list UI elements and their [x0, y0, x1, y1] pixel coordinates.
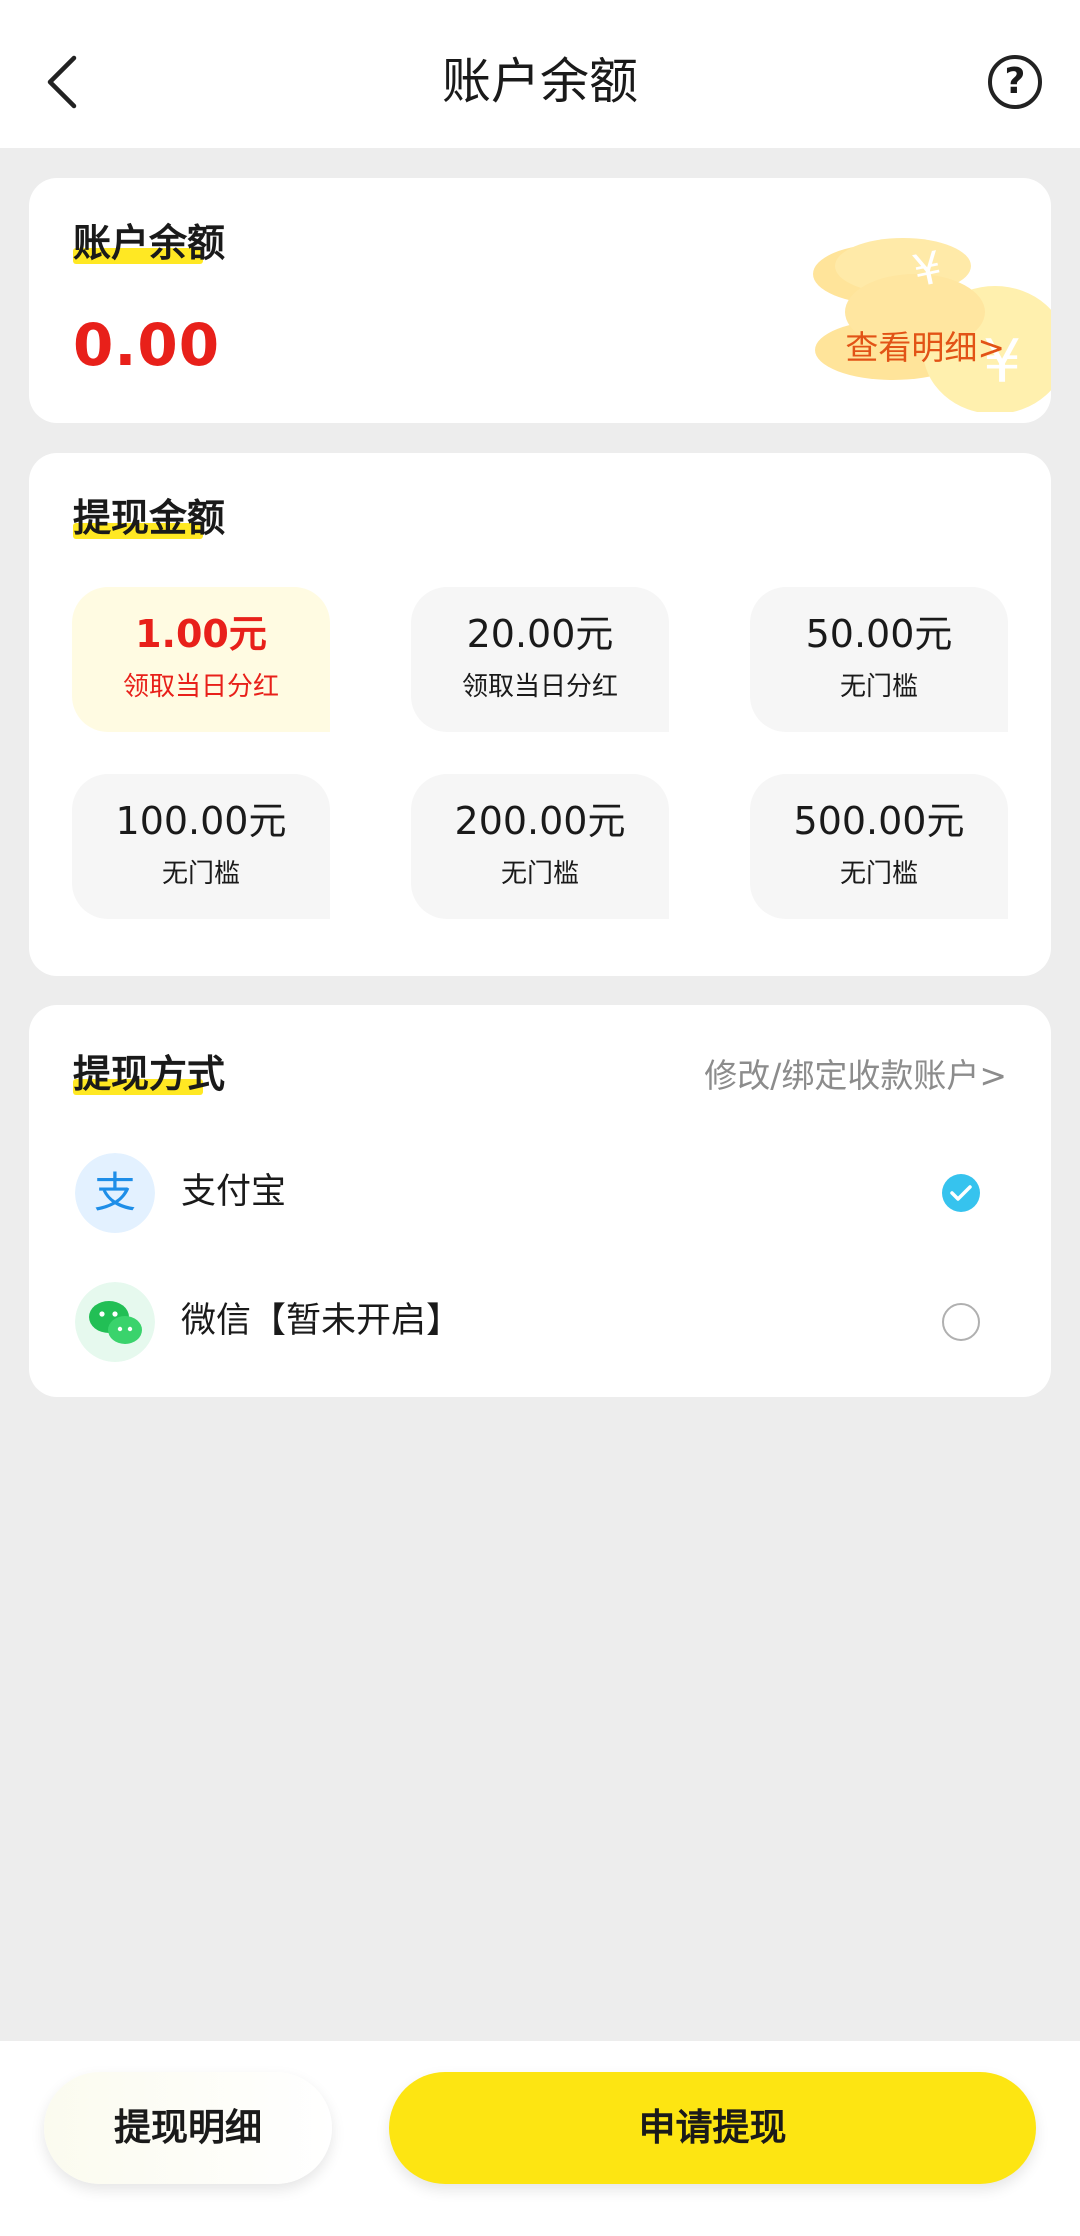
balance-value: 0.00: [73, 311, 221, 379]
balance-card: 账户余额 0.00 ¥ ¥ 查看明细>: [29, 178, 1051, 423]
amount-note: 领取当日分红: [122, 672, 279, 702]
amount-value: 200.00元: [454, 799, 626, 843]
modify-account-link[interactable]: 修改/绑定收款账户>: [704, 1053, 1007, 1099]
amount-value: 20.00元: [466, 612, 614, 656]
withdraw-method-card: 提现方式 修改/绑定收款账户> 支 支付宝 微信【暂未开启】: [29, 1005, 1051, 1397]
withdraw-page: 账户余额 ? 账户余额 0.00 ¥ ¥ 查看明细> 提现金额 1.00元 领取…: [0, 0, 1080, 2236]
amount-option[interactable]: 1.00元 领取当日分红: [72, 587, 330, 732]
help-button[interactable]: ?: [988, 55, 1042, 109]
bottom-action-bar: 提现明细 申请提现: [0, 2041, 1080, 2236]
amount-option[interactable]: 20.00元 领取当日分红: [411, 587, 669, 732]
amount-note: 无门槛: [161, 859, 240, 889]
amount-value: 500.00元: [793, 799, 965, 843]
amount-option[interactable]: 50.00元 无门槛: [750, 587, 1008, 732]
balance-title: 账户余额: [73, 221, 226, 265]
coins-icon: ¥ ¥: [813, 238, 1051, 412]
withdraw-amount-title: 提现金额: [73, 496, 226, 540]
question-icon: ?: [1004, 61, 1026, 102]
svg-text:支: 支: [94, 1168, 136, 1217]
amount-value: 100.00元: [115, 799, 287, 843]
radio-unchecked[interactable]: [942, 1303, 980, 1341]
method-option-wechat[interactable]: 微信【暂未开启】: [29, 1272, 1051, 1372]
apply-withdraw-button[interactable]: 申请提现: [389, 2072, 1036, 2184]
amount-note: 无门槛: [839, 672, 918, 702]
method-option-alipay[interactable]: 支 支付宝: [29, 1143, 1051, 1243]
method-label: 微信【暂未开启】: [181, 1301, 462, 1341]
withdraw-history-button[interactable]: 提现明细: [44, 2072, 332, 2184]
amount-option[interactable]: 200.00元 无门槛: [411, 774, 669, 919]
top-nav-bar: 账户余额 ?: [0, 0, 1080, 148]
wechat-icon: [75, 1282, 155, 1362]
amount-value: 1.00元: [135, 612, 267, 656]
amount-value: 50.00元: [805, 612, 953, 656]
amount-note: 无门槛: [500, 859, 579, 889]
method-label: 支付宝: [181, 1172, 287, 1212]
amount-option[interactable]: 500.00元 无门槛: [750, 774, 1008, 919]
check-icon: [950, 1185, 972, 1201]
radio-checked[interactable]: [942, 1174, 980, 1212]
page-title: 账户余额: [441, 53, 638, 110]
view-detail-link[interactable]: 查看明细>: [845, 326, 1005, 370]
alipay-icon: 支: [75, 1153, 155, 1233]
amount-note: 领取当日分红: [461, 672, 618, 702]
amount-note: 无门槛: [839, 859, 918, 889]
withdraw-amount-card: 提现金额 1.00元 领取当日分红 20.00元 领取当日分红 50.00元 无…: [29, 453, 1051, 976]
amount-option[interactable]: 100.00元 无门槛: [72, 774, 330, 919]
withdraw-method-title: 提现方式: [73, 1052, 226, 1096]
